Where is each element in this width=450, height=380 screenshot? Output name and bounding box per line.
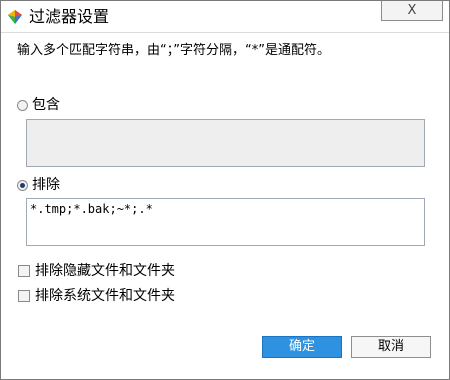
exclude-patterns-value: *.tmp;*.bak;~*;.* xyxy=(30,202,153,216)
exclude-patterns-field[interactable]: *.tmp;*.bak;~*;.* xyxy=(26,198,425,246)
exclude-hidden-checkbox[interactable] xyxy=(18,265,30,277)
ok-button[interactable]: 确定 xyxy=(262,336,342,358)
app-logo-icon xyxy=(8,10,22,24)
hint-text: 输入多个匹配字符串，由“；”字符分隔，“*”是通配符。 xyxy=(17,43,330,58)
include-radio-option[interactable]: 包含 xyxy=(17,96,60,114)
exclude-system-option[interactable]: 排除系统文件和文件夹 xyxy=(18,287,175,305)
window-title: 过滤器设置 xyxy=(29,7,110,26)
exclude-radio[interactable] xyxy=(17,179,28,191)
exclude-system-label: 排除系统文件和文件夹 xyxy=(35,288,175,304)
cancel-button[interactable]: 取消 xyxy=(351,336,431,358)
title-bar[interactable]: 过滤器设置 X xyxy=(1,1,449,33)
close-button[interactable]: X xyxy=(381,1,443,21)
exclude-radio-label: 排除 xyxy=(32,177,60,193)
include-radio[interactable] xyxy=(17,99,28,111)
exclude-hidden-label: 排除隐藏文件和文件夹 xyxy=(35,263,175,279)
include-patterns-value xyxy=(27,120,424,126)
include-radio-label: 包含 xyxy=(32,97,60,113)
exclude-system-checkbox[interactable] xyxy=(18,290,30,302)
exclude-hidden-option[interactable]: 排除隐藏文件和文件夹 xyxy=(18,262,175,280)
exclude-radio-option[interactable]: 排除 xyxy=(17,176,60,194)
filter-settings-dialog: 过滤器设置 X 输入多个匹配字符串，由“；”字符分隔，“*”是通配符。 包含 排… xyxy=(0,0,450,380)
include-patterns-field[interactable] xyxy=(26,119,425,167)
